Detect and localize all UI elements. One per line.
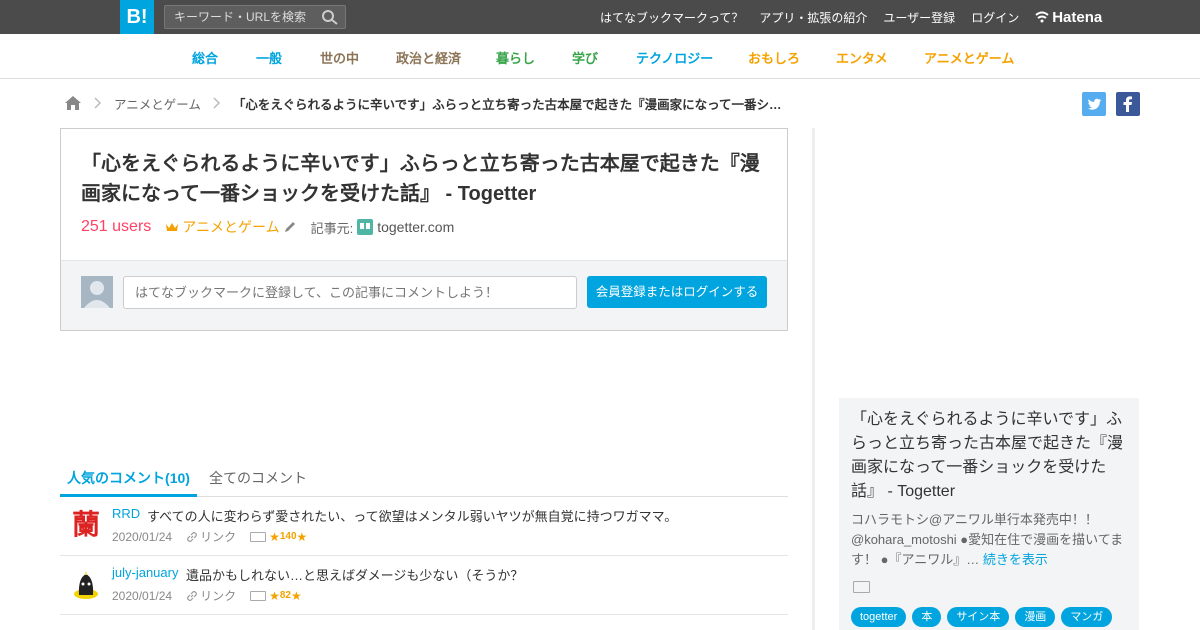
- comment-link[interactable]: リンク: [186, 528, 236, 545]
- category-social[interactable]: 世の中: [320, 48, 359, 67]
- chevron-right-icon: [94, 97, 102, 109]
- search-box: [164, 5, 346, 29]
- search-input[interactable]: [165, 6, 315, 28]
- add-star-icon[interactable]: ★: [291, 589, 302, 603]
- tag[interactable]: 漫画: [1015, 607, 1056, 627]
- comment-date[interactable]: 2020/01/24: [112, 530, 172, 544]
- comment-item: july-january 遺品かもしれない…と思えばダメージも少ない（そうか？ …: [60, 556, 788, 615]
- tag-list: togetter 本 サイン本 漫画 マンガ: [851, 607, 1113, 627]
- comment-text: すべての人に変わらず愛されたい、って欲望はメンタル弱いヤツが無自覚に持つワガママ…: [147, 509, 678, 524]
- tag[interactable]: マンガ: [1061, 607, 1113, 627]
- login-register-button[interactable]: 会員登録またはログインする: [587, 276, 767, 308]
- comment-avatar[interactable]: [70, 568, 102, 600]
- category-all[interactable]: 総合: [192, 48, 218, 67]
- entry-category-label: アニメとゲーム: [182, 219, 280, 235]
- quote-icon[interactable]: [250, 531, 267, 542]
- category-entertainment[interactable]: エンタメ: [836, 48, 888, 67]
- register-link[interactable]: ユーザー登録: [883, 9, 955, 26]
- home-icon[interactable]: [64, 95, 82, 111]
- comment-input[interactable]: [123, 276, 577, 309]
- comment-username[interactable]: july-january: [112, 565, 178, 580]
- sidebar-title[interactable]: 「心をえぐられるように辛いです」ふらっと立ち寄った古本屋で起きた『漫画家になって…: [851, 408, 1127, 504]
- star-count[interactable]: ★ 82 ★: [269, 589, 302, 603]
- column-divider: [812, 128, 815, 630]
- category-nav: 総合 一般 世の中 政治と経済 暮らし 学び テクノロジー おもしろ エンタメ …: [0, 34, 1200, 79]
- comment-footer: 2020/01/24 リンク ★ 82 ★: [112, 587, 302, 604]
- breadcrumb-current: 「心をえぐられるように辛いです」ふらっと立ち寄った古本屋で起きた『漫画家になって…: [232, 97, 782, 112]
- comment-username[interactable]: RRD: [112, 506, 140, 521]
- sidebar-entry-summary: 「心をえぐられるように辛いです」ふらっと立ち寄った古本屋で起きた『漫画家になって…: [839, 398, 1139, 630]
- favicon-icon: [357, 219, 374, 235]
- comment-item: 蘭 RRD すべての人に変わらず愛されたい、って欲望はメンタル弱いヤツが無自覚に…: [60, 497, 788, 556]
- tab-all-comments[interactable]: 全てのコメント: [209, 462, 307, 497]
- comment-text: 遺品かもしれない…と思えばダメージも少ない（そうか？: [186, 568, 524, 583]
- tag[interactable]: 本: [912, 607, 942, 627]
- breadcrumb-category[interactable]: アニメとゲーム: [114, 94, 201, 113]
- twitter-share-button[interactable]: [1082, 92, 1106, 116]
- search-icon[interactable]: [321, 9, 339, 25]
- apps-link[interactable]: アプリ・拡張の紹介: [759, 9, 867, 26]
- entry-source: 記事元: togetter.com: [310, 218, 454, 237]
- comment-form: 会員登録またはログインする: [61, 260, 787, 330]
- facebook-share-button[interactable]: [1116, 92, 1140, 116]
- hatena-brand-text: Hatena: [1052, 8, 1103, 26]
- category-fun[interactable]: おもしろ: [748, 48, 800, 67]
- link-icon: [187, 531, 197, 542]
- comment-link[interactable]: リンク: [186, 587, 236, 604]
- comment-tabs: 人気のコメント(10) 全てのコメント: [60, 462, 788, 497]
- facebook-icon: [1123, 96, 1132, 112]
- star-count-value: 82: [279, 590, 291, 601]
- entry-card: 「心をえぐられるように辛いです」ふらっと立ち寄った古本屋で起きた『漫画家になって…: [60, 128, 788, 331]
- tag[interactable]: サイン本: [947, 607, 1010, 627]
- entry-meta: 251 users アニメとゲーム 記事元: togetter.com: [81, 217, 454, 237]
- star-icon: ★: [269, 529, 280, 544]
- user-avatar: [81, 276, 113, 308]
- star-count[interactable]: ★ 140 ★: [269, 530, 307, 544]
- users-count[interactable]: 251 users: [81, 218, 151, 236]
- entry-category[interactable]: アニメとゲーム: [165, 217, 296, 237]
- show-more-link[interactable]: 続きを表示: [983, 552, 1048, 567]
- comment-avatar[interactable]: 蘭: [70, 509, 102, 541]
- source-domain[interactable]: togetter.com: [377, 219, 454, 235]
- about-link[interactable]: はてなブックマークって？: [600, 9, 743, 26]
- hatena-logo[interactable]: Hatena: [1035, 9, 1102, 26]
- comment-date[interactable]: 2020/01/24: [112, 589, 172, 603]
- comment-link-label: リンク: [200, 589, 237, 603]
- category-life[interactable]: 暮らし: [496, 48, 535, 67]
- add-star-icon[interactable]: ★: [297, 530, 308, 544]
- top-bar: B! はてなブックマークって？ アプリ・拡張の紹介 ユーザー登録 ログイン Ha…: [0, 0, 1200, 34]
- quote-icon[interactable]: [853, 581, 870, 593]
- top-links: はてなブックマークって？ アプリ・拡張の紹介 ユーザー登録 ログイン Haten…: [600, 0, 1102, 34]
- tab-popular-comments[interactable]: 人気のコメント(10): [60, 462, 197, 497]
- login-link[interactable]: ログイン: [971, 9, 1019, 26]
- category-game[interactable]: アニメとゲーム: [924, 48, 1014, 67]
- star-icon: ★: [269, 588, 280, 603]
- crown-icon: [166, 223, 179, 231]
- source-label: 記事元:: [310, 220, 354, 236]
- twitter-icon: [1088, 98, 1101, 110]
- tag[interactable]: togetter: [851, 607, 907, 627]
- hatena-bookmark-logo[interactable]: B!: [120, 0, 154, 34]
- comment-link-label: リンク: [200, 530, 237, 544]
- category-general[interactable]: 一般: [256, 48, 282, 67]
- chevron-right-icon: [213, 97, 220, 109]
- star-count-value: 140: [279, 531, 297, 542]
- category-economics[interactable]: 政治と経済: [396, 48, 461, 67]
- sidebar-description: コハラモトシ@アニワル単行本発売中！！ @kohara_motoshi ●愛知在…: [851, 510, 1127, 570]
- quote-icon[interactable]: [250, 590, 267, 601]
- hatena-brand-icon: [1035, 11, 1049, 23]
- pencil-icon[interactable]: [283, 220, 297, 234]
- link-icon: [187, 590, 197, 601]
- entry-title[interactable]: 「心をえぐられるように辛いです」ふらっと立ち寄った古本屋で起きた『漫画家になって…: [81, 149, 771, 209]
- breadcrumb: アニメとゲーム 「心をえぐられるように辛いです」ふらっと立ち寄った古本屋で起きた…: [64, 92, 782, 114]
- category-it[interactable]: テクノロジー: [636, 48, 713, 67]
- comment-footer: 2020/01/24 リンク ★ 140 ★: [112, 528, 307, 545]
- user-icon: [84, 281, 110, 308]
- category-knowledge[interactable]: 学び: [572, 48, 598, 67]
